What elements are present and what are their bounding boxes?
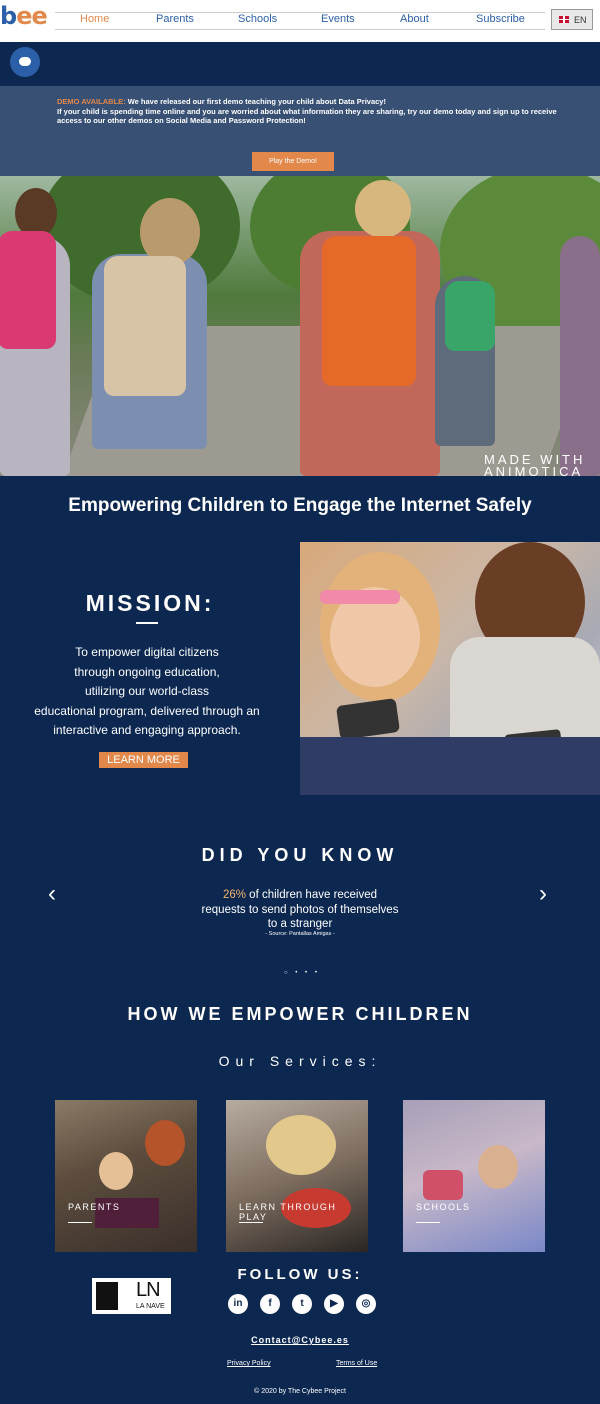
watermark-line-2: ANIMOTICA xyxy=(484,464,584,479)
services-subtitle: Our Services: xyxy=(218,1053,382,1069)
demo-line-1: We have released our first demo teaching… xyxy=(127,97,386,106)
service-card-schools[interactable]: SCHOOLS xyxy=(403,1100,545,1252)
service-divider xyxy=(416,1222,440,1223)
service-card-parents[interactable]: PARENTS xyxy=(55,1100,197,1252)
prev-arrow-icon[interactable]: ‹ xyxy=(48,882,56,906)
fact-source: - Source: Pantallas Amigas - xyxy=(265,931,335,937)
main-nav xyxy=(55,12,545,30)
kids-with-phones-photo xyxy=(300,542,600,795)
nav-events[interactable]: Events xyxy=(321,13,355,25)
youtube-icon[interactable]: ▶ xyxy=(324,1294,344,1314)
mission-line: through ongoing education, xyxy=(74,664,220,679)
mission-divider xyxy=(136,622,158,624)
site-logo[interactable]: bee xyxy=(0,2,48,30)
mission-title: MISSION: xyxy=(85,590,215,616)
next-arrow-icon[interactable]: › xyxy=(539,882,547,906)
demo-label: DEMO AVAILABLE: xyxy=(57,97,126,106)
service-label: SCHOOLS xyxy=(416,1202,471,1212)
service-divider xyxy=(68,1222,92,1223)
linkedin-icon[interactable]: in xyxy=(228,1294,248,1314)
contact-email-link[interactable]: Contact@Cybee.es xyxy=(0,1335,600,1345)
did-you-know-fact: 26% of children have received requests t… xyxy=(200,888,400,932)
mission-line: interactive and engaging approach. xyxy=(53,723,241,737)
did-you-know-title: DID YOU KNOW xyxy=(201,845,399,865)
nav-schools[interactable]: Schools xyxy=(238,13,277,25)
logo-letter: b xyxy=(0,2,17,30)
demo-line-2: If your child is spending time online an… xyxy=(57,106,557,126)
demo-banner-text: DEMO AVAILABLE: We have released our fir… xyxy=(57,97,557,126)
play-demo-button[interactable]: Play the Demo! xyxy=(252,152,334,171)
nav-parents[interactable]: Parents xyxy=(156,13,194,25)
mission-line: utilizing our world-class xyxy=(84,684,210,698)
learn-more-button[interactable]: LEARN MORE xyxy=(99,752,188,768)
service-card-learn-through-play[interactable]: LEARN THROUGH PLAY xyxy=(226,1100,368,1252)
language-selector[interactable]: EN xyxy=(551,9,593,30)
language-label: EN xyxy=(574,15,587,25)
partner-logo-text: LA NAVE xyxy=(136,1303,165,1310)
logo-letters: ee xyxy=(16,2,48,30)
service-label: PARENTS xyxy=(68,1202,121,1212)
mission-line: To empower digital citizens xyxy=(75,645,219,659)
partner-logo: LN LA NAVE xyxy=(92,1278,171,1314)
slider-dots[interactable]: ○ • • • xyxy=(284,970,320,976)
madrid-crest-icon xyxy=(96,1282,118,1310)
page-headline: Empowering Children to Engage the Intern… xyxy=(68,495,532,516)
copyright: © 2020 by The Cybee Project xyxy=(254,1388,346,1395)
how-we-empower-title: HOW WE EMPOWER CHILDREN xyxy=(127,1004,473,1024)
twitter-icon[interactable]: t xyxy=(292,1294,312,1314)
top-band xyxy=(0,42,600,86)
hero-image xyxy=(0,176,600,476)
instagram-icon[interactable]: ◎ xyxy=(356,1294,376,1314)
facebook-icon[interactable]: f xyxy=(260,1294,280,1314)
chat-bubble-icon[interactable] xyxy=(10,47,40,77)
nav-about[interactable]: About xyxy=(400,13,429,25)
hero-watermark: MADE WITH ANIMOTICA xyxy=(484,453,585,479)
uk-flag-icon xyxy=(559,16,569,23)
nav-home[interactable]: Home xyxy=(80,13,109,25)
service-label: LEARN THROUGH PLAY xyxy=(239,1202,337,1222)
mission-line: educational program, delivered through a… xyxy=(34,703,260,718)
fact-percent: 26% xyxy=(222,889,246,901)
privacy-policy-link[interactable]: Privacy Policy xyxy=(227,1360,271,1367)
nav-subscribe[interactable]: Subscribe xyxy=(476,13,525,25)
terms-of-use-link[interactable]: Terms of Use xyxy=(336,1360,377,1367)
mission-text: To empower digital citizens through ongo… xyxy=(30,643,264,741)
follow-us-title: FOLLOW US: xyxy=(237,1266,363,1283)
service-divider xyxy=(239,1222,263,1223)
